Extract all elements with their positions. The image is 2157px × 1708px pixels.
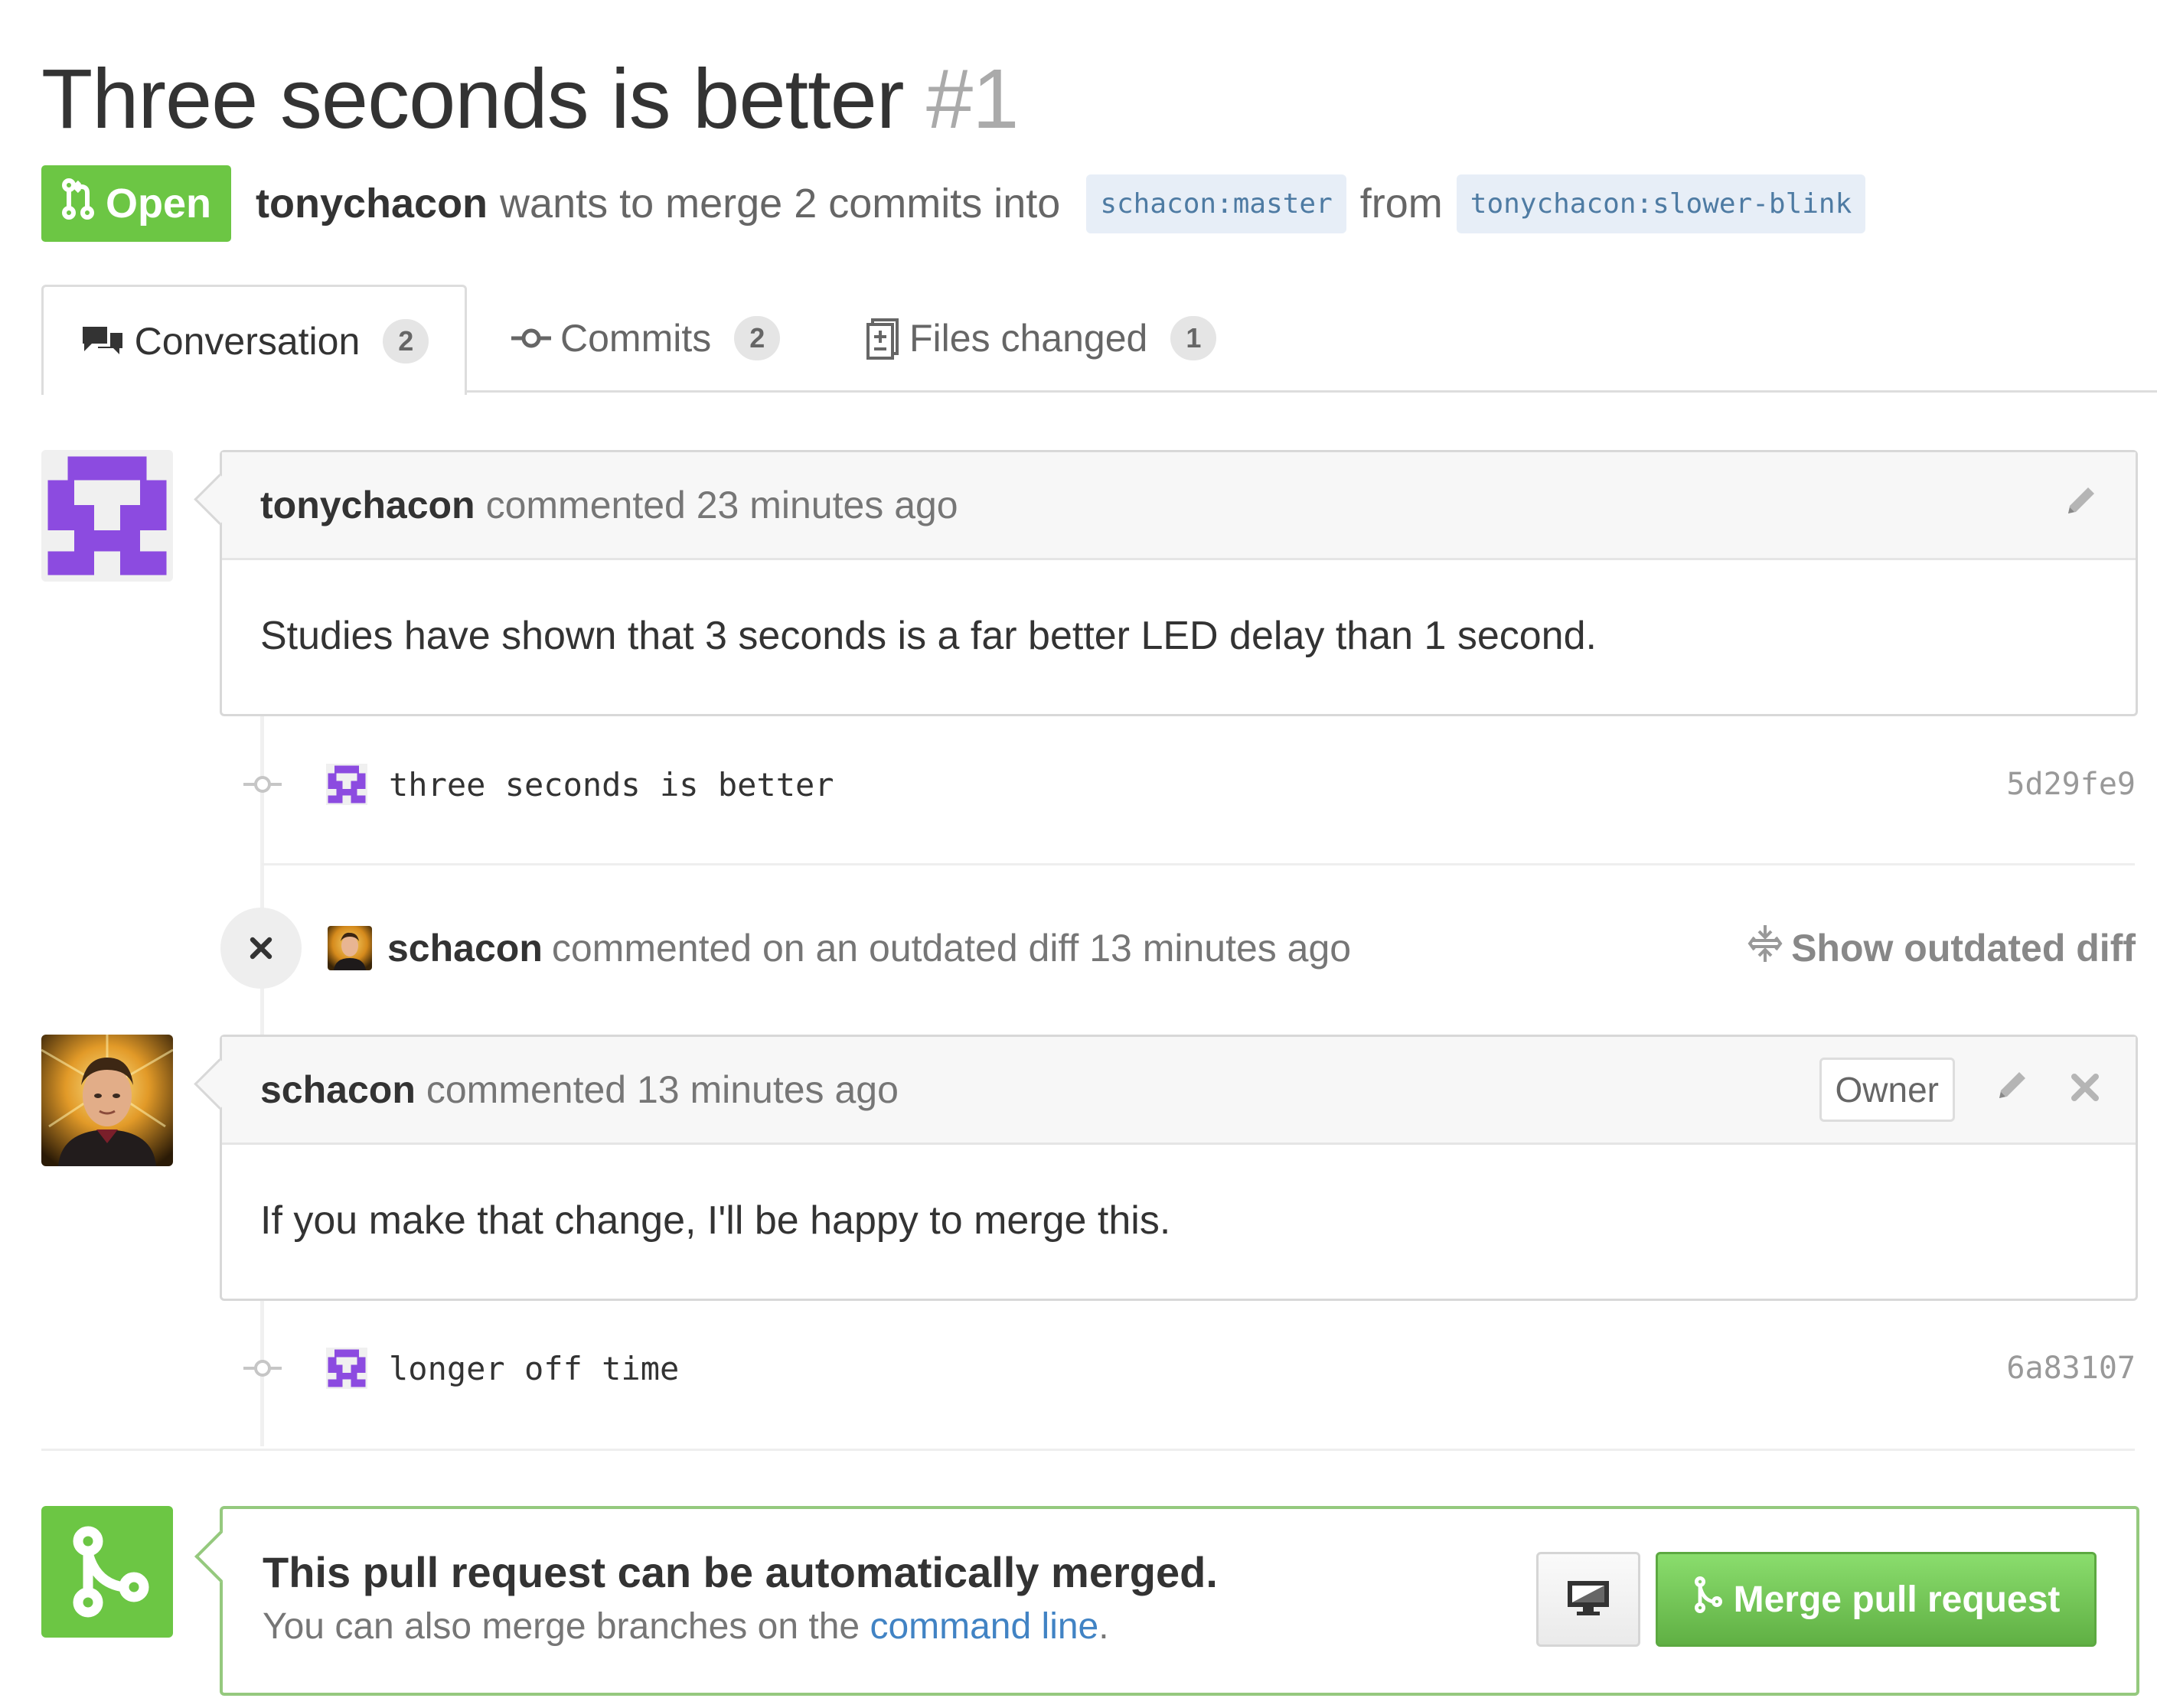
commit-message[interactable]: longer off time	[389, 1350, 679, 1387]
tab-label: Files changed	[909, 317, 1148, 360]
meta-phrase: wants to merge 2 commits into	[500, 181, 1061, 227]
git-merge-icon	[41, 1506, 173, 1638]
tab-label: Conversation	[134, 319, 361, 363]
identicon-avatar	[41, 450, 173, 582]
outdated-comment-event: schacon commented on an outdated diff 13 …	[220, 906, 2136, 990]
comment-author[interactable]: tonychacon	[260, 483, 475, 527]
unfold-icon	[1747, 924, 1783, 973]
tab-count: 2	[383, 318, 429, 363]
comment-body: If you make that change, I'll be happy t…	[260, 1198, 1171, 1243]
comment-actions	[2062, 452, 2100, 558]
tab-count: 1	[1170, 316, 1217, 360]
comment-schacon: schacon commented 13 minutes ago Owner I…	[194, 1035, 2138, 1301]
comment-tonychacon: tonychacon commented 23 minutes ago Stud…	[194, 450, 2138, 716]
diff-icon	[866, 317, 900, 360]
command-line-instructions-button[interactable]	[1536, 1552, 1640, 1647]
base-branch[interactable]: schacon:master	[1086, 174, 1346, 233]
git-merge-icon	[1692, 1576, 1723, 1623]
event-author[interactable]: schacon	[387, 927, 543, 970]
timeline-divider	[262, 863, 2135, 865]
comment-actions: Owner	[1819, 1037, 2100, 1142]
merge-box: This pull request can be automatically m…	[194, 1506, 2139, 1696]
commit-item: three seconds is better 5d29fe9	[230, 738, 2136, 830]
pencil-icon[interactable]	[1993, 1066, 2031, 1113]
comment-meta[interactable]: commented 23 minutes ago	[486, 483, 958, 527]
comment-discussion-icon	[80, 324, 126, 359]
status-badge: Open	[41, 165, 231, 242]
avatar[interactable]	[41, 450, 173, 582]
tab-files-changed[interactable]: Files changed 1	[866, 285, 1217, 392]
commit-sha[interactable]: 6a83107	[2006, 1351, 2136, 1386]
comment-header: schacon commented 13 minutes ago Owner	[222, 1037, 2136, 1145]
avatar[interactable]	[41, 1035, 173, 1166]
commit-item: longer off time 6a83107	[230, 1322, 2136, 1414]
pencil-icon[interactable]	[2062, 481, 2100, 529]
author-link[interactable]: tonychacon	[256, 180, 488, 227]
event-meta: commented on an outdated diff 13 minutes…	[551, 927, 1352, 970]
pr-meta: tonychacon wants to merge 2 commits into…	[256, 165, 1879, 242]
pr-title: Three seconds is better	[41, 52, 904, 146]
merge-pull-request-button[interactable]: Merge pull request	[1656, 1552, 2097, 1647]
avatar	[326, 764, 367, 805]
merge-button-label: Merge pull request	[1733, 1579, 2061, 1620]
desktop-icon	[1565, 1578, 1612, 1622]
pull-request-page: Three seconds is better #1 Open tonychac…	[0, 0, 2157, 1708]
merge-hint: You can also merge branches on the comma…	[263, 1605, 1109, 1648]
merge-hint-text: You can also merge branches on the	[263, 1606, 860, 1647]
merge-hint-suffix: .	[1098, 1606, 1109, 1647]
commit-icon	[511, 327, 551, 350]
page-title: Three seconds is better #1	[41, 46, 1019, 153]
avatar	[328, 926, 372, 970]
merge-status-title: This pull request can be automatically m…	[263, 1548, 1218, 1596]
event-text: schacon commented on an outdated diff 13 …	[387, 926, 1351, 970]
meta-from: from	[1359, 181, 1443, 227]
head-branch[interactable]: tonychacon:slower-blink	[1456, 174, 1866, 233]
tab-conversation[interactable]: Conversation 2	[41, 285, 467, 395]
tab-commits[interactable]: Commits 2	[511, 285, 781, 392]
command-line-link[interactable]: command line	[870, 1606, 1098, 1647]
owner-badge: Owner	[1819, 1058, 1955, 1122]
show-outdated-diff-label: Show outdated diff	[1791, 927, 2136, 970]
tab-count: 2	[734, 316, 781, 360]
commit-icon	[243, 773, 282, 796]
timeline-divider	[41, 1449, 2135, 1451]
status-label: Open	[105, 181, 211, 227]
comment-author[interactable]: schacon	[260, 1068, 416, 1112]
show-outdated-diff-button[interactable]: Show outdated diff	[1747, 924, 2136, 973]
pull-request-icon	[61, 178, 95, 230]
comment-meta[interactable]: commented 13 minutes ago	[426, 1068, 899, 1112]
user-photo-avatar	[41, 1035, 173, 1166]
pr-number: #1	[926, 52, 1019, 146]
commit-sha[interactable]: 5d29fe9	[2006, 767, 2136, 802]
comment-body: Studies have shown that 3 seconds is a f…	[260, 614, 1597, 658]
commit-message[interactable]: three seconds is better	[389, 766, 834, 803]
close-icon	[220, 908, 302, 989]
tab-label: Commits	[560, 317, 712, 360]
merge-caret	[194, 1530, 246, 1583]
close-icon[interactable]	[2070, 1068, 2100, 1112]
commit-icon	[243, 1357, 282, 1380]
avatar	[326, 1348, 367, 1389]
comment-header: tonychacon commented 23 minutes ago	[222, 452, 2136, 560]
